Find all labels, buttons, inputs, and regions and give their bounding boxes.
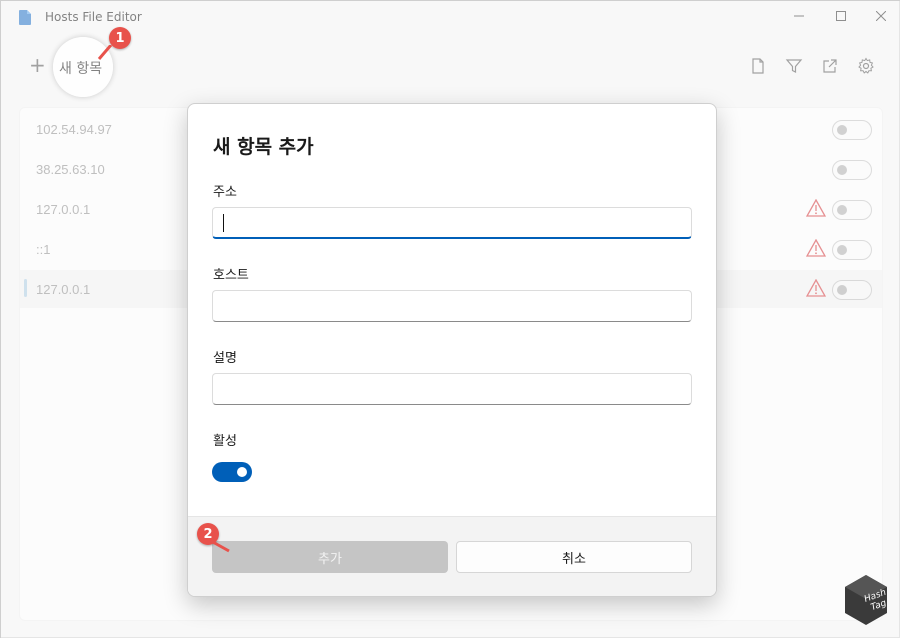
hosts-label: 호스트 (213, 268, 249, 283)
address-label: 주소 (213, 185, 237, 200)
step-2-pointer-icon (210, 539, 230, 553)
comment-label: 설명 (213, 351, 237, 366)
step-1-pointer-icon (97, 45, 113, 60)
active-label: 활성 (213, 434, 237, 449)
comment-input[interactable] (212, 373, 692, 405)
add-entry-dialog: 새 항목 추가 주소 호스트 설명 활성 추가 취소 (187, 103, 717, 597)
dialog-footer: 추가 취소 (188, 516, 716, 596)
address-input[interactable] (212, 207, 692, 239)
active-toggle[interactable] (212, 462, 252, 482)
add-button[interactable]: 추가 (212, 541, 448, 573)
app-window: Hosts File Editor + 새 항목 102.54.94.97 38… (0, 0, 900, 638)
dialog-title: 새 항목 추가 (213, 136, 314, 158)
text-caret (223, 214, 224, 232)
hosts-input[interactable] (212, 290, 692, 322)
cancel-button[interactable]: 취소 (456, 541, 692, 573)
